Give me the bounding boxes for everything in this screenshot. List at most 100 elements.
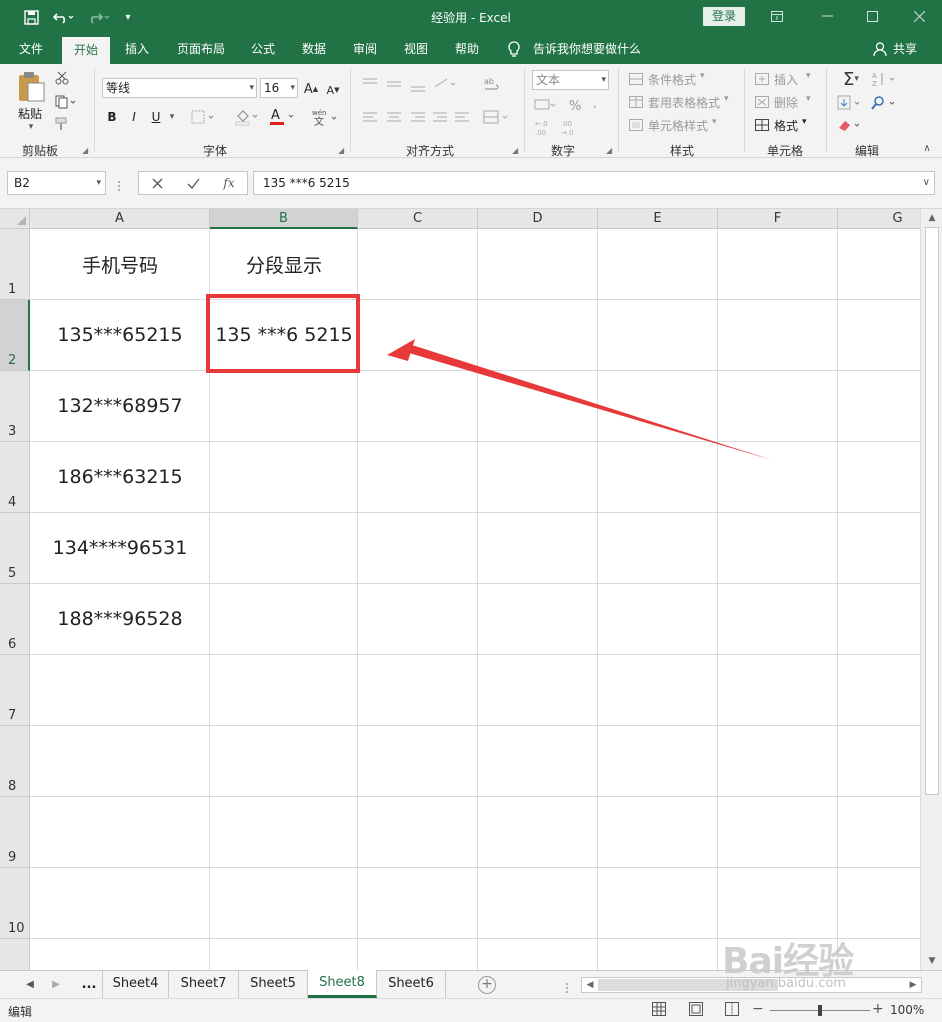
cut-icon[interactable]	[54, 70, 70, 86]
italic-button[interactable]: I	[126, 108, 142, 126]
zoom-out-icon[interactable]: −	[752, 1001, 764, 1017]
sheet-tab-sheet5[interactable]: Sheet5	[239, 971, 308, 998]
zoom-slider-knob[interactable]	[818, 1005, 822, 1016]
cell-a1[interactable]: 手机号码	[30, 229, 210, 299]
tab-formulas[interactable]: 公式	[242, 34, 284, 64]
column-header-a[interactable]: A	[30, 209, 210, 229]
scroll-up-icon[interactable]: ▲	[925, 211, 939, 225]
customize-toolbar-icon[interactable]: ▾	[120, 7, 136, 27]
vertical-scrollbar[interactable]: ▲ ▼	[920, 209, 942, 970]
more-sheets-button[interactable]: ...	[76, 971, 102, 999]
column-header-f[interactable]: F	[718, 209, 838, 229]
row-header-8[interactable]: 8	[0, 726, 30, 797]
conditional-format-button[interactable]: 条件格式	[648, 71, 696, 88]
tab-view[interactable]: 视图	[394, 34, 438, 64]
cell-a4[interactable]: 186***63215	[30, 442, 210, 512]
row-header-6[interactable]: 6	[0, 584, 30, 655]
horizontal-scrollbar[interactable]: ◀ ▶	[581, 977, 922, 993]
clipboard-launcher-icon[interactable]: ◢	[82, 146, 88, 155]
tell-me-search[interactable]: 告诉我你想要做什么	[533, 34, 641, 64]
clear-eraser-icon[interactable]	[836, 116, 864, 134]
formula-input[interactable]: 135 ***6 5215 ∨	[253, 171, 935, 195]
delete-cells-button[interactable]: 删除	[774, 94, 798, 111]
scrollbar-thumb[interactable]	[925, 227, 939, 795]
column-header-e[interactable]: E	[598, 209, 718, 229]
undo-icon[interactable]	[50, 7, 78, 27]
tab-file[interactable]: 文件	[8, 34, 54, 64]
format-painter-icon[interactable]	[54, 116, 72, 132]
column-header-b[interactable]: B	[210, 209, 358, 229]
column-header-d[interactable]: D	[478, 209, 598, 229]
horizontal-align-icons[interactable]	[360, 108, 470, 128]
sheet-tab-sheet4[interactable]: Sheet4	[102, 971, 169, 998]
cell-a6[interactable]: 188***96528	[30, 584, 210, 654]
fill-icon[interactable]	[836, 94, 864, 112]
maximize-icon[interactable]	[857, 4, 887, 28]
next-sheet-icon[interactable]: ▶	[48, 976, 64, 994]
collapse-ribbon-icon[interactable]: ∧	[920, 142, 934, 154]
format-cells-button[interactable]: 格式	[774, 117, 798, 134]
phonetic-guide-icon[interactable]: wén 文	[310, 106, 340, 128]
select-all-corner[interactable]	[0, 209, 30, 229]
find-select-icon[interactable]	[870, 94, 900, 112]
cell-b1[interactable]: 分段显示	[210, 229, 358, 299]
cell-a5[interactable]: 134****96531	[30, 513, 210, 583]
font-name-combo[interactable]: 等线 ▾	[102, 78, 257, 98]
row-header-1[interactable]: 1	[0, 229, 30, 300]
sheet-tab-sheet7[interactable]: Sheet7	[169, 971, 239, 998]
fill-color-icon[interactable]	[234, 107, 262, 127]
scroll-right-icon[interactable]: ▶	[906, 978, 920, 992]
close-icon[interactable]	[904, 4, 934, 28]
font-size-combo[interactable]: 16 ▾	[260, 78, 298, 98]
number-format-icons[interactable]: %,	[532, 94, 612, 116]
confirm-entry-icon[interactable]	[179, 172, 207, 194]
format-as-table-button[interactable]: 套用表格格式	[648, 94, 720, 111]
tab-home[interactable]: 开始	[62, 37, 110, 64]
scrollbar-thumb[interactable]	[598, 979, 778, 991]
sheet-tab-sheet8[interactable]: Sheet8	[308, 970, 377, 998]
scroll-left-icon[interactable]: ◀	[583, 978, 597, 992]
underline-button[interactable]: U	[148, 108, 164, 126]
borders-icon[interactable]	[190, 108, 218, 126]
save-icon[interactable]	[20, 7, 42, 27]
decrease-font-icon[interactable]: A ▼	[324, 81, 342, 99]
insert-cells-button[interactable]: 插入	[774, 71, 798, 88]
row-header-11[interactable]	[0, 939, 30, 970]
row-header-3[interactable]: 3	[0, 371, 30, 442]
increase-font-icon[interactable]: A ▲	[302, 80, 320, 98]
grip-dots-icon[interactable]	[565, 979, 569, 993]
page-break-view-icon[interactable]	[723, 1002, 741, 1018]
tab-page-layout[interactable]: 页面布局	[168, 34, 234, 64]
row-header-7[interactable]: 7	[0, 655, 30, 726]
share-button[interactable]: 共享	[893, 34, 917, 64]
merge-center-icon[interactable]	[482, 108, 512, 128]
row-header-10[interactable]: 10	[0, 868, 30, 939]
zoom-in-icon[interactable]: +	[872, 1001, 884, 1017]
column-header-c[interactable]: C	[358, 209, 478, 229]
number-launcher-icon[interactable]: ◢	[606, 146, 612, 155]
add-sheet-button[interactable]: +	[478, 976, 496, 994]
row-header-5[interactable]: 5	[0, 513, 30, 584]
tab-insert[interactable]: 插入	[114, 34, 160, 64]
font-color-icon[interactable]: A	[268, 106, 298, 128]
tab-help[interactable]: 帮助	[446, 34, 488, 64]
sheet-tab-sheet6[interactable]: Sheet6	[377, 971, 446, 998]
bold-button[interactable]: B	[104, 108, 120, 126]
cell-a2[interactable]: 135***65215	[30, 300, 210, 370]
number-format-combo[interactable]: 文本 ▾	[532, 70, 609, 90]
ribbon-display-icon[interactable]	[762, 4, 792, 28]
paste-label[interactable]: 粘贴	[18, 105, 42, 122]
copy-icon[interactable]	[54, 94, 78, 110]
page-layout-view-icon[interactable]	[687, 1002, 705, 1018]
row-header-2[interactable]: 2	[0, 300, 30, 371]
zoom-level[interactable]: 100%	[890, 1003, 924, 1017]
autosum-icon[interactable]: Σ ▾	[836, 69, 866, 90]
decimal-icons[interactable]: ←.0.00.00 →.0	[532, 116, 592, 138]
prev-sheet-icon[interactable]: ◀	[22, 976, 38, 994]
normal-view-icon[interactable]	[650, 1002, 668, 1018]
paste-icon[interactable]	[14, 70, 48, 104]
tab-data[interactable]: 数据	[292, 34, 336, 64]
cell-styles-button[interactable]: 单元格样式	[648, 117, 708, 134]
insert-function-icon[interactable]: fx	[215, 172, 243, 194]
paste-dropdown-icon[interactable]: ▾	[26, 122, 36, 132]
